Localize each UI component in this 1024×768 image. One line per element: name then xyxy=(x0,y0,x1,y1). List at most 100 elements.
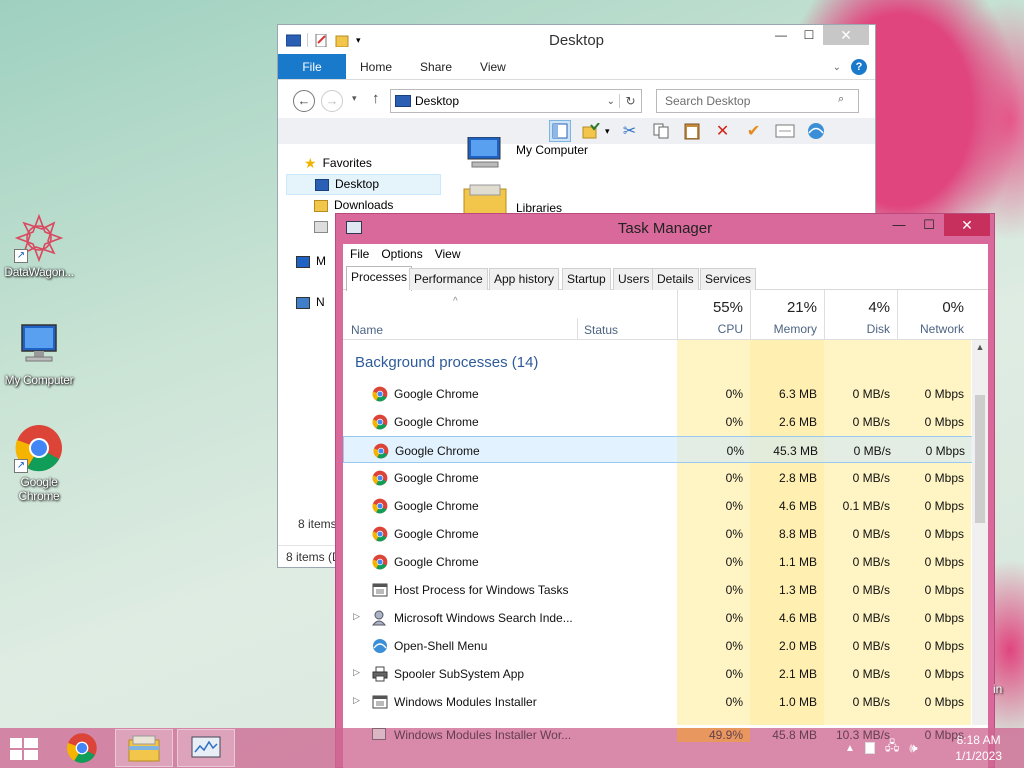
copy-icon[interactable] xyxy=(650,120,672,142)
delete-icon[interactable]: ✕ xyxy=(712,120,734,142)
checkmark-icon[interactable]: ✔ xyxy=(743,120,765,142)
refresh-icon[interactable]: ↻ xyxy=(619,94,641,108)
menu-file[interactable]: File xyxy=(344,244,375,264)
properties-box-icon[interactable] xyxy=(774,120,796,142)
nav-desktop[interactable]: Desktop xyxy=(286,174,441,195)
ribbon-tab-share[interactable]: Share xyxy=(406,54,466,79)
column-cpu[interactable]: 55% CPU xyxy=(677,290,750,340)
chrome-icon xyxy=(372,414,388,430)
process-name: Host Process for Windows Tasks xyxy=(394,583,569,597)
column-disk[interactable]: 4% Disk xyxy=(824,290,897,340)
up-icon[interactable]: ↑ xyxy=(372,90,380,107)
tab-users[interactable]: Users xyxy=(613,268,655,290)
chrome-icon xyxy=(372,526,388,542)
taskbar-chrome[interactable] xyxy=(53,729,111,767)
chrome-icon xyxy=(372,498,388,514)
expand-arrow-icon[interactable]: ▷ xyxy=(353,695,360,706)
volume-icon[interactable]: 🕪 xyxy=(909,740,917,756)
table-row-partial[interactable]: Windows Modules Installer Wor... 49.9% 4… xyxy=(343,728,971,742)
minimize-button[interactable]: — xyxy=(884,214,914,236)
nav-favorites[interactable]: ★ Favorites xyxy=(286,153,441,174)
sort-caret-icon: ^ xyxy=(453,296,458,307)
maximize-button[interactable]: ☐ xyxy=(795,25,823,45)
recent-places-icon xyxy=(314,220,328,233)
toolbar-dropdown-icon[interactable]: ▾ xyxy=(605,126,610,137)
expand-arrow-icon[interactable]: ▷ xyxy=(353,667,360,678)
tab-services[interactable]: Services xyxy=(700,268,757,290)
help-icon[interactable]: ? xyxy=(851,59,867,75)
explorer-titlebar[interactable]: ▾ Desktop — ☐ ✕ xyxy=(278,25,875,54)
table-row[interactable]: Google Chrome 0% 2.8 MB 0 MB/s 0 Mbps xyxy=(343,464,973,491)
taskbar-file-explorer[interactable] xyxy=(115,729,173,767)
table-row[interactable]: Google Chrome 0% 45.3 MB 0 MB/s 0 Mbps xyxy=(343,436,973,463)
file-item-libraries[interactable]: Libraries xyxy=(462,183,562,217)
table-row[interactable]: Google Chrome 0% 4.6 MB 0.1 MB/s 0 Mbps xyxy=(343,492,973,519)
close-button[interactable]: ✕ xyxy=(823,25,869,45)
column-status[interactable]: Status xyxy=(584,323,618,337)
table-row[interactable]: Open-Shell Menu 0% 2.0 MB 0 MB/s 0 Mbps xyxy=(343,632,973,659)
start-button[interactable] xyxy=(10,738,38,760)
tab-performance[interactable]: Performance xyxy=(409,268,488,290)
menu-view[interactable]: View xyxy=(429,244,467,264)
task-manager-window-controls: — ☐ ✕ xyxy=(884,214,990,236)
desktop-icon-datawagon[interactable]: ↗ DataWagon... xyxy=(0,213,78,279)
minimize-button[interactable]: — xyxy=(767,25,795,45)
disk-value: 0 MB/s xyxy=(852,695,890,709)
disk-value: 0 MB/s xyxy=(852,527,890,541)
task-manager-titlebar[interactable]: Task Manager — ☐ ✕ xyxy=(336,214,994,242)
shell-logo-icon[interactable] xyxy=(805,120,827,142)
network-total: 0% xyxy=(942,299,964,316)
taskbar-task-manager[interactable] xyxy=(177,729,235,767)
ribbon-tab-view[interactable]: View xyxy=(466,54,520,79)
desktop-icon-my-computer[interactable]: My Computer xyxy=(0,321,78,387)
table-row[interactable]: Google Chrome 0% 1.1 MB 0 MB/s 0 Mbps xyxy=(343,548,973,575)
close-button[interactable]: ✕ xyxy=(944,214,990,236)
flag-icon[interactable] xyxy=(864,742,875,754)
scrollbar-thumb[interactable] xyxy=(975,395,985,523)
address-box[interactable]: Desktop ⌄ ↻ xyxy=(390,89,642,113)
recent-locations-icon[interactable]: ▾ xyxy=(352,93,357,104)
scroll-up-icon[interactable]: ▲ xyxy=(972,342,988,352)
table-row[interactable]: Google Chrome 0% 6.3 MB 0 MB/s 0 Mbps xyxy=(343,380,973,407)
process-list: Background processes (14) Google Chrome 0… xyxy=(343,340,988,725)
process-list-scrollbar[interactable]: ▲ xyxy=(972,340,988,725)
show-hidden-icons-icon[interactable]: ▲ xyxy=(845,743,855,754)
tab-app-history[interactable]: App history xyxy=(489,268,560,290)
net-value: 0 Mbps xyxy=(924,555,964,569)
table-row[interactable]: ▷ Microsoft Windows Search Inde... 0% 4.6 M… xyxy=(343,604,973,631)
toolbar-icons: ▾ ✂ ✕ ✔ xyxy=(549,118,827,144)
column-name[interactable]: Name xyxy=(351,323,383,337)
address-dropdown-icon[interactable]: ⌄ xyxy=(603,96,619,107)
ribbon-tab-home[interactable]: Home xyxy=(346,54,406,79)
file-item-my-computer[interactable]: My Computer xyxy=(462,137,588,171)
table-row[interactable]: ▷ Spooler SubSystem App 0% 2.1 MB 0 MB/s 0 Mb… xyxy=(343,660,973,687)
table-row[interactable]: Google Chrome 0% 2.6 MB 0 MB/s 0 Mbps xyxy=(343,408,973,435)
column-memory[interactable]: 21% Memory xyxy=(750,290,824,340)
task-manager-window[interactable]: Task Manager — ☐ ✕ File Options View Pro… xyxy=(335,213,995,768)
desktop-icon-google-chrome[interactable]: ↗ Google Chrome xyxy=(0,423,78,503)
menu-options[interactable]: Options xyxy=(375,244,428,264)
task-manager-tabs: Processes Performance App history Startu… xyxy=(343,264,988,291)
back-button[interactable]: ← xyxy=(293,90,315,112)
disk-value: 0 MB/s xyxy=(852,611,890,625)
task-manager-menu: File Options View xyxy=(343,244,988,264)
process-name: Microsoft Windows Search Inde... xyxy=(394,611,573,625)
tab-details[interactable]: Details xyxy=(652,268,699,290)
table-row[interactable]: ▷ Windows Modules Installer 0% 1.0 MB 0 MB/s… xyxy=(343,688,973,715)
forward-button[interactable]: → xyxy=(321,90,343,112)
ribbon-tab-file[interactable]: File xyxy=(278,54,346,79)
search-input[interactable]: Search Desktop xyxy=(656,89,859,113)
expand-arrow-icon[interactable]: ▷ xyxy=(353,611,360,622)
cut-icon[interactable]: ✂ xyxy=(619,120,641,142)
tab-processes[interactable]: Processes xyxy=(346,266,413,291)
paste-icon[interactable] xyxy=(681,120,703,142)
search-icon[interactable]: ⌕ xyxy=(838,93,844,106)
disk-value: 0.1 MB/s xyxy=(842,499,890,513)
ribbon-expand-icon[interactable]: ⌄ xyxy=(833,62,841,73)
ribbon-tabs: File Home Share View ⌄ ? xyxy=(278,54,875,80)
tab-startup[interactable]: Startup xyxy=(562,268,611,290)
maximize-button[interactable]: ☐ xyxy=(914,214,944,236)
table-row[interactable]: Google Chrome 0% 8.8 MB 0 MB/s 0 Mbps xyxy=(343,520,973,547)
column-network[interactable]: 0% Network xyxy=(897,290,971,340)
table-row[interactable]: Host Process for Windows Tasks 0% 1.3 MB 0 … xyxy=(343,576,973,603)
